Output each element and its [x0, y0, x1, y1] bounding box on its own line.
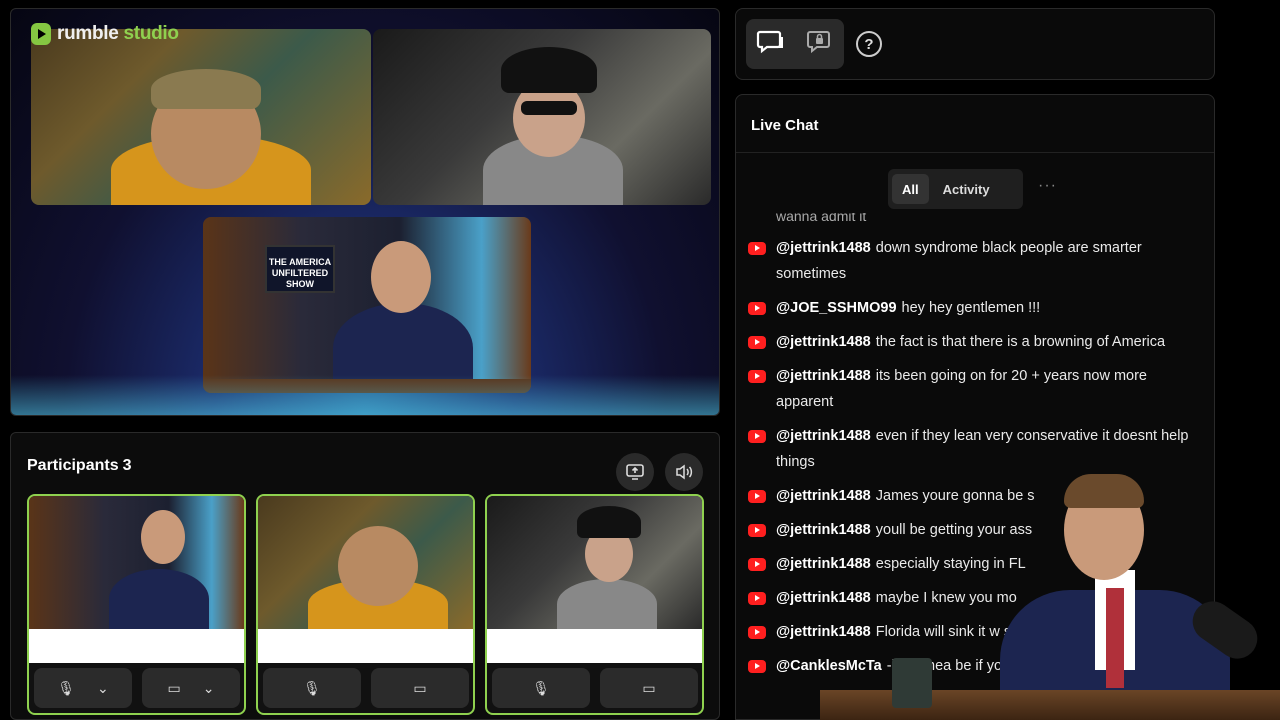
chat-username[interactable]: @JOE_SSHMO99 — [776, 300, 897, 316]
participant-video — [258, 496, 473, 629]
participants-label: Participants — [27, 457, 119, 474]
app-root: rumble studio THE AMERICA UNFILTERED SHO… — [0, 0, 1280, 720]
chat-username[interactable]: @jettrink1488 — [776, 240, 871, 256]
camera-toggle-button[interactable]: ▭ — [600, 668, 698, 708]
chat-message: @jettrink1488 the fact is that there is a… — [748, 329, 1208, 355]
youtube-icon — [748, 336, 766, 349]
youtube-icon — [748, 660, 766, 673]
chevron-down-icon[interactable]: ⌄ — [97, 680, 109, 697]
screen-share-button[interactable] — [616, 453, 654, 491]
youtube-icon — [748, 302, 766, 315]
locked-chat-icon[interactable] — [806, 28, 834, 61]
chat-text: maybe I knew you mo — [875, 590, 1017, 606]
chat-username[interactable]: @jettrink1488 — [776, 428, 871, 444]
tab-all[interactable]: All — [892, 174, 929, 204]
chat-cut-text: wanna admit it — [776, 213, 867, 224]
host-head — [371, 241, 431, 313]
youtube-icon — [748, 490, 766, 503]
stage-feed-guest-2 — [373, 29, 711, 205]
logo-prefix: rumble — [57, 23, 119, 44]
stage-feed-host: THE AMERICA UNFILTERED SHOW — [203, 217, 531, 393]
logo-suffix: studio — [123, 23, 180, 44]
stage-feed-guest-1 — [31, 29, 371, 205]
camera-icon: ▭ — [642, 679, 656, 696]
youtube-icon — [748, 430, 766, 443]
chat-username[interactable]: @jettrink1488 — [776, 368, 871, 384]
chat-text: the fact is that there is a browning of … — [875, 334, 1166, 350]
chat-bubbles-icon[interactable] — [756, 28, 786, 61]
chevron-down-icon[interactable]: ⌄ — [203, 680, 215, 697]
chat-text: hey hey gentlemen !!! — [901, 300, 1041, 316]
host-camera-overlay — [1000, 470, 1280, 720]
youtube-icon — [748, 626, 766, 639]
participant-video — [487, 496, 702, 629]
screen-share-icon — [626, 464, 644, 480]
camera-icon: ▭ — [413, 679, 427, 696]
chat-message: @jettrink1488 down syndrome black people … — [748, 235, 1208, 287]
youtube-icon — [748, 524, 766, 537]
chat-username[interactable]: @jettrink1488 — [776, 488, 871, 504]
coffee-mug — [892, 658, 932, 708]
camera-icon: ▭ — [167, 679, 181, 696]
mic-toggle-button[interactable]: 🎙 ⌄ — [34, 668, 132, 708]
chat-mode-group — [746, 19, 844, 69]
camera-toggle-button[interactable]: ▭ — [371, 668, 469, 708]
host-tie — [1106, 588, 1124, 688]
participant-tile-guest-2[interactable]: 🎙 ▭ — [485, 494, 704, 715]
chat-message: @jettrink1488 even if they lean very cons… — [748, 423, 1208, 475]
studio-desk — [820, 690, 1280, 720]
studio-tv-screen: THE AMERICA UNFILTERED SHOW — [265, 245, 335, 293]
rumble-logo-icon — [31, 23, 51, 45]
live-chat-title: Live Chat — [751, 117, 819, 134]
youtube-icon — [748, 558, 766, 571]
speaker-icon — [676, 464, 693, 480]
youtube-icon — [748, 370, 766, 383]
microphone-icon: 🎙 — [532, 679, 550, 696]
speaker-button[interactable] — [665, 453, 703, 491]
tab-activity[interactable]: Activity — [933, 174, 1000, 204]
youtube-icon — [748, 242, 766, 255]
chat-username[interactable]: @CanklesMcTa — [776, 658, 882, 674]
chat-username[interactable]: @jettrink1488 — [776, 624, 871, 640]
mic-toggle-button[interactable]: 🎙 — [492, 668, 590, 708]
chat-username[interactable]: @jettrink1488 — [776, 590, 871, 606]
guest-hat — [501, 47, 597, 93]
stage-preview: rumble studio THE AMERICA UNFILTERED SHO… — [10, 8, 720, 416]
chat-message: @JOE_SSHMO99 hey hey gentlemen !!! — [748, 295, 1208, 321]
chat-filter-tabs: All Activity — [888, 169, 1023, 209]
guest-sunglasses — [521, 101, 577, 115]
microphone-icon: 🎙 — [57, 679, 76, 696]
participants-title: Participants 3 — [27, 457, 132, 475]
chat-message: @jettrink1488 its been going on for 20 + … — [748, 363, 1208, 415]
participant-tile-host[interactable]: 🎙 ⌄ ▭ ⌄ — [27, 494, 246, 715]
chat-username[interactable]: @jettrink1488 — [776, 334, 871, 350]
chat-username[interactable]: @jettrink1488 — [776, 556, 871, 572]
participant-tile-guest-1[interactable]: 🎙 ▭ — [256, 494, 475, 715]
camera-toggle-button[interactable]: ▭ ⌄ — [142, 668, 240, 708]
participants-panel: Participants 3 🎙 ⌄ ▭ ⌄ 🎙 ▭ 🎙 ▭ — [10, 432, 720, 720]
microphone-icon: 🎙 — [303, 679, 321, 696]
guest-cap — [151, 69, 261, 109]
chat-username[interactable]: @jettrink1488 — [776, 522, 871, 538]
rumble-studio-logo: rumble studio — [31, 23, 179, 45]
host-hair — [1064, 474, 1144, 508]
participant-video — [29, 496, 244, 629]
mic-toggle-button[interactable]: 🎙 — [263, 668, 361, 708]
more-options-icon[interactable]: ··· — [1038, 177, 1057, 195]
youtube-icon — [748, 592, 766, 605]
chat-toolbar: ? — [735, 8, 1215, 80]
participants-count: 3 — [122, 457, 132, 474]
help-button[interactable]: ? — [856, 31, 882, 57]
